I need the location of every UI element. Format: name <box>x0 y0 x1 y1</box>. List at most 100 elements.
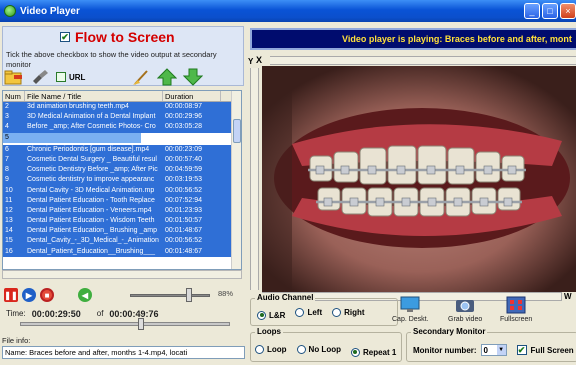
playlist-row[interactable]: 5Braces before and after, months 1-4.mp4… <box>3 132 141 143</box>
row-duration: 00:00:23:09 <box>165 145 202 153</box>
row-duration: 00:01:48:67 <box>165 227 202 235</box>
playlist-hscroll[interactable] <box>2 270 242 279</box>
row-name: Dental Patient Education_ Brushing _amp <box>27 227 157 235</box>
fullscreen-checkbox[interactable]: ✔ <box>516 345 527 355</box>
open-folder-icon[interactable] <box>4 68 24 86</box>
playback-controls: ❚❚ ▶ ■ ◀ <box>4 286 92 304</box>
volume-icon[interactable]: ◀ <box>78 288 92 302</box>
grab-video-button[interactable]: Grab video <box>448 296 482 323</box>
row-name: Dental Patient Education - Wisdom Teeth <box>27 217 155 225</box>
playlist-row[interactable]: 14 Dental Patient Education_ Brushing _am… <box>3 226 241 237</box>
minimize-button[interactable]: _ <box>524 3 540 19</box>
playlist-row[interactable]: 4 Before _amp; After Cosmetic Photos- Cro… <box>3 122 241 133</box>
row-name: Dental Patient Education - Veneers.mp4 <box>27 206 152 214</box>
time-label: Time: <box>6 309 26 318</box>
url-checkbox[interactable] <box>56 72 66 82</box>
fullscreen-button[interactable]: Fullscreen <box>500 296 532 323</box>
row-num: 11 <box>5 196 13 204</box>
camera-icon <box>456 300 475 312</box>
flow-label: Flow to Screen <box>75 29 175 45</box>
col-num[interactable]: Num <box>3 91 25 101</box>
radio-circle-icon[interactable] <box>255 345 264 354</box>
playlist-header: Num File Name / Title Duration <box>3 91 241 102</box>
flow-to-screen[interactable]: ✔ Flow to Screen <box>60 29 175 45</box>
playlist-table[interactable]: Num File Name / Title Duration 2 3d anima… <box>2 90 242 270</box>
axis-y-label: Y <box>248 57 254 66</box>
loop-radio[interactable]: Loop <box>255 345 287 354</box>
loops-group: Loops Loop No Loop Repeat 1 <box>250 327 402 362</box>
audio-channel-group: Audio Channel L&R Left Right <box>250 293 398 326</box>
left-panel: ✔ Flow to Screen Tick the above checkbox… <box>0 22 246 365</box>
col-name[interactable]: File Name / Title <box>25 91 163 101</box>
link-icon[interactable] <box>30 68 50 86</box>
monitor-number-select[interactable]: 0 ▼ <box>480 344 507 356</box>
playlist-vscroll[interactable] <box>231 91 241 269</box>
radio-circle-icon[interactable] <box>257 310 266 320</box>
radio-circle-icon[interactable] <box>296 345 306 354</box>
audio-channel-radio[interactable]: Right <box>332 308 365 317</box>
maximize-button[interactable]: □ <box>542 3 558 19</box>
audio-channel-radio-label: Right <box>344 308 365 317</box>
clear-broom-icon[interactable] <box>131 68 151 86</box>
current-time: 00:00:29:50 <box>31 309 81 319</box>
row-duration: 00:03:05:28 <box>165 123 202 131</box>
playlist-row[interactable]: 8 Cosmetic Dentistry Before _amp; After P… <box>3 165 241 176</box>
move-down-icon[interactable] <box>183 68 204 86</box>
volume-thumb[interactable] <box>186 288 192 302</box>
flow-checkbox[interactable]: ✔ <box>60 32 70 42</box>
x-scroll[interactable] <box>270 56 576 65</box>
grab-video-label: Grab video <box>448 316 483 323</box>
row-num: 14 <box>5 227 13 235</box>
playlist-row[interactable]: 15 Dental_Cavity_-_3D_Medical_-_Animation… <box>3 236 241 247</box>
position-slider[interactable] <box>20 322 230 326</box>
radio-circle-icon[interactable] <box>332 308 342 317</box>
window-titlebar: Video Player <box>0 0 576 22</box>
next-icon[interactable]: ▶ <box>22 288 36 302</box>
fileinfo-field[interactable]: Name: Braces before and after, months 1-… <box>2 346 245 359</box>
y-scroll[interactable] <box>250 68 259 290</box>
volume-slider[interactable] <box>130 294 210 297</box>
col-duration[interactable]: Duration <box>163 91 221 101</box>
total-time: 00:00:49:76 <box>109 309 159 319</box>
loop-radio[interactable]: No Loop <box>296 345 341 354</box>
playlist-row[interactable]: 3 3D Medical Animation of a Dental Implan… <box>3 112 241 123</box>
row-num: 9 <box>5 176 9 184</box>
secondary-monitor-title: Secondary Monitor <box>411 327 488 336</box>
playlist-row[interactable]: 9 Cosmetic dentistry to improve appearanc… <box>3 175 241 186</box>
row-name: Cosmetic Dental Surgery _ Beautiful resu… <box>27 155 157 163</box>
row-num: 2 <box>5 103 9 110</box>
stop-button[interactable]: ■ <box>40 288 54 302</box>
playlist-row[interactable]: 6 Chronic Periodontis [gum disease].mp4 00… <box>3 144 241 155</box>
playlist-row[interactable]: 12 Dental Patient Education - Veneers.mp4… <box>3 205 241 217</box>
row-name: Cosmetic Dentistry Before _amp; After Pi… <box>27 166 158 174</box>
radio-circle-icon[interactable] <box>295 308 305 317</box>
fullscreen-label: Fullscreen <box>500 316 533 323</box>
url-toggle[interactable]: URL <box>56 72 85 82</box>
playlist-row[interactable]: 2 3d animation brushing teeth.mp4 00:00:08… <box>3 102 241 113</box>
audio-channel-radio[interactable]: L&R <box>257 310 285 320</box>
playlist-row[interactable]: 7 Cosmetic Dental Surgery _ Beautiful res… <box>3 154 241 166</box>
playlist-row[interactable]: 13 Dental Patient Education - Wisdom Teet… <box>3 216 241 227</box>
time-readout: Time: 00:00:29:50 of 00:00:49:76 <box>6 309 244 319</box>
row-num: 7 <box>5 155 9 163</box>
playlist-row[interactable]: 16 Dental_Patient_Education__Brushing___ 0… <box>3 246 241 257</box>
audio-channel-radio[interactable]: Left <box>295 308 322 317</box>
row-num: 6 <box>5 145 9 153</box>
loop-radio[interactable]: Repeat 1 <box>350 347 396 357</box>
row-name: Dental_Cavity_-_3D_Medical_-_Animation <box>27 237 159 245</box>
radio-circle-icon[interactable] <box>350 347 360 357</box>
app-icon <box>4 5 16 17</box>
playlist-row[interactable]: 10 Dental Cavity - 3D Medical Animation.m… <box>3 185 241 196</box>
pause-button[interactable]: ❚❚ <box>4 288 18 302</box>
playlist-row[interactable]: 11 Dental Patient Education - Tooth Repla… <box>3 195 241 206</box>
capture-desktop-button[interactable]: Cap. Deskt. <box>392 296 429 323</box>
dropdown-arrow-icon: ▼ <box>496 345 506 355</box>
monitor-number-value: 0 <box>483 345 488 355</box>
position-thumb[interactable] <box>138 318 144 330</box>
row-name: 3d animation brushing teeth.mp4 <box>27 103 129 110</box>
row-duration: 00:01:48:67 <box>165 247 202 255</box>
monitor-number-label: Monitor number: <box>413 345 477 355</box>
row-num: 5 <box>5 133 9 141</box>
close-button[interactable]: × <box>560 3 576 19</box>
move-up-icon[interactable] <box>157 68 178 86</box>
